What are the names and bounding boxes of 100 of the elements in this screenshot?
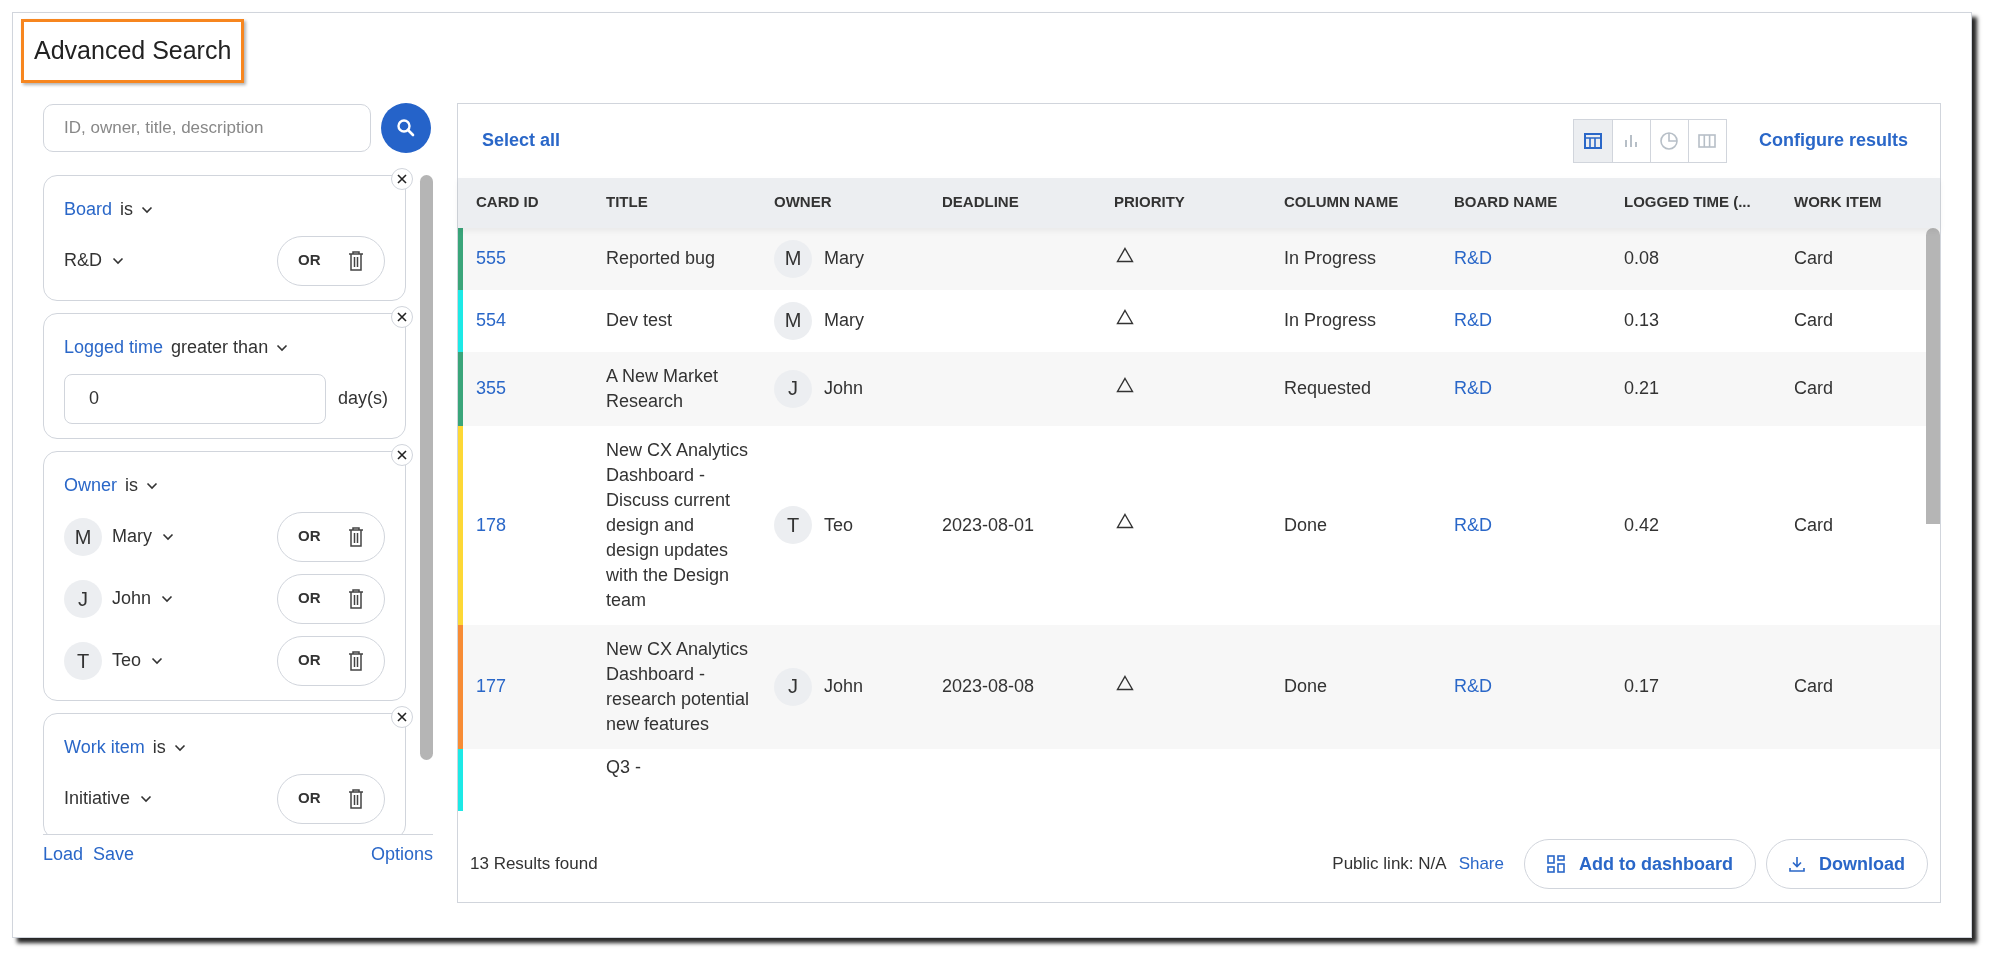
filter-value-dropdown[interactable]: Initiative	[64, 785, 153, 812]
avatar: J	[64, 579, 102, 618]
table-icon	[1582, 130, 1603, 151]
owner-cell-text: Teo	[824, 513, 854, 537]
column-name-cell-text: In Progress	[1284, 309, 1378, 332]
owner-cell-text: Mary	[824, 309, 864, 332]
filter-value-dropdown[interactable]: John	[112, 585, 174, 612]
chevron-down-icon	[141, 205, 154, 214]
chevron-down-icon	[151, 656, 164, 665]
scrollbar[interactable]	[1926, 227, 1940, 524]
delete-button[interactable]	[348, 788, 364, 809]
load-link[interactable]: Load	[43, 841, 84, 868]
filter-field-dropdown[interactable]: Owner	[64, 472, 117, 499]
search-field[interactable]: ID, owner, title, description	[43, 103, 371, 152]
number-input-field[interactable]: 0	[64, 373, 326, 424]
or-toggle[interactable]: OR	[298, 525, 321, 548]
filter-operator-dropdown[interactable]: is	[152, 734, 166, 761]
delete-button[interactable]	[348, 650, 364, 671]
column-header[interactable]: BOARD NAME	[1454, 191, 1624, 214]
or-toggle[interactable]: OR	[298, 649, 321, 672]
or-toggle[interactable]: OR	[298, 587, 321, 610]
priority-triangle-icon	[1116, 674, 1134, 691]
or-toggle[interactable]: OR	[298, 787, 321, 810]
download-button[interactable]: Download	[1766, 839, 1928, 889]
work-item-cell-text: Card	[1794, 675, 1834, 698]
column-name-cell-text: Requested	[1284, 377, 1373, 400]
column-header[interactable]: COLUMN NAME	[1284, 191, 1454, 214]
deadline-cell-text: 2023-08-08	[942, 675, 1036, 698]
priority-triangle-icon	[1116, 246, 1134, 263]
pie-chart-icon	[1659, 130, 1680, 151]
delete-button[interactable]	[348, 526, 364, 547]
column-name-cell-text: Done	[1284, 513, 1329, 537]
unit-label: day(s)	[338, 387, 388, 410]
trash-icon	[348, 250, 364, 271]
column-header[interactable]: WORK ITEM	[1794, 191, 1940, 214]
remove-filter-button[interactable]	[391, 305, 413, 328]
filter-value-dropdown[interactable]: Mary	[112, 523, 174, 550]
work-item-cell-text: Card	[1794, 513, 1834, 537]
or-toggle[interactable]: OR	[298, 249, 321, 272]
logged-time-cell-text: 0.21	[1624, 377, 1661, 400]
owner-cell-text: John	[824, 377, 864, 400]
title-cell-text: New CX Analytics Dashboard - research potential new features	[606, 637, 751, 736]
save-link[interactable]: Save	[93, 841, 135, 868]
scrollbar[interactable]	[420, 174, 433, 760]
work-item-cell-text: Card	[1794, 247, 1834, 270]
remove-filter-button[interactable]	[391, 705, 413, 728]
search-button[interactable]	[381, 102, 431, 153]
filter-operator-dropdown[interactable]: is	[125, 472, 138, 499]
column-header[interactable]: DEADLINE	[942, 191, 1114, 214]
column-header[interactable]: OWNER	[774, 191, 942, 214]
deadline-cell-text: 2023-08-01	[942, 513, 1036, 537]
card-id-link[interactable]: 355	[476, 376, 606, 401]
remove-filter-button[interactable]	[391, 167, 413, 190]
title-cell-text: Q3 -	[606, 755, 642, 779]
board-name-link[interactable]: R&D	[1454, 674, 1624, 699]
filter-value-dropdown[interactable]: R&D	[64, 247, 124, 274]
card-id-link[interactable]: 555	[476, 246, 606, 271]
logged-time-cell-text: 0.17	[1624, 675, 1661, 698]
title-cell-text: Dev test	[606, 309, 674, 332]
avatar: M	[774, 239, 812, 278]
filter-operator-dropdown[interactable]: is	[120, 196, 134, 223]
board-name-link[interactable]: R&D	[1454, 512, 1624, 538]
board-name-link[interactable]: R&D	[1454, 308, 1624, 333]
avatar: J	[774, 667, 812, 706]
chevron-down-icon	[146, 481, 158, 490]
filter-field-dropdown[interactable]: Logged time	[64, 334, 164, 361]
column-header[interactable]: CARD ID	[476, 191, 606, 214]
close-icon	[397, 311, 407, 322]
board-name-link[interactable]: R&D	[1454, 376, 1624, 401]
trash-icon	[348, 650, 364, 671]
board-name-link[interactable]: R&D	[1454, 246, 1624, 271]
column-header[interactable]: PRIORITY	[1114, 191, 1284, 214]
add-to-dashboard-button[interactable]: Add to dashboard	[1524, 839, 1756, 889]
view-toggle[interactable]	[1573, 119, 1612, 162]
dialog-title: Advanced Search	[21, 19, 245, 83]
card-id-link[interactable]: 178	[476, 512, 606, 538]
filter-value-dropdown[interactable]: Teo	[112, 647, 164, 674]
card-id-link[interactable]: 554	[476, 308, 606, 333]
filter-field-dropdown[interactable]: Work item	[64, 734, 145, 761]
remove-filter-button[interactable]	[391, 443, 413, 466]
priority-triangle-icon	[1116, 513, 1134, 529]
avatar: T	[64, 641, 102, 680]
share-link[interactable]: Share	[1458, 851, 1504, 877]
filter-operator-dropdown[interactable]: greater than	[171, 334, 269, 361]
configure-results-link[interactable]: Configure results	[1758, 127, 1908, 154]
avatar: J	[774, 369, 812, 408]
work-item-cell-text: Card	[1794, 309, 1834, 332]
column-header[interactable]: TITLE	[606, 191, 774, 214]
filter-field-dropdown[interactable]: Board	[64, 196, 113, 223]
card-id-link[interactable]: 177	[476, 674, 606, 699]
select-all-link[interactable]: Select all	[482, 127, 561, 154]
options-link[interactable]: Options	[370, 841, 433, 868]
title-cell-text: A New Market Research	[606, 364, 720, 413]
owner-cell-text: Mary	[824, 247, 864, 270]
delete-button[interactable]	[348, 250, 364, 271]
column-header[interactable]: LOGGED TIME (...	[1624, 191, 1794, 214]
column-name-cell-text: In Progress	[1284, 247, 1378, 270]
title-cell-text: Reported bug	[606, 247, 717, 270]
column-name-cell-text: Done	[1284, 675, 1329, 698]
delete-button[interactable]	[348, 588, 364, 609]
